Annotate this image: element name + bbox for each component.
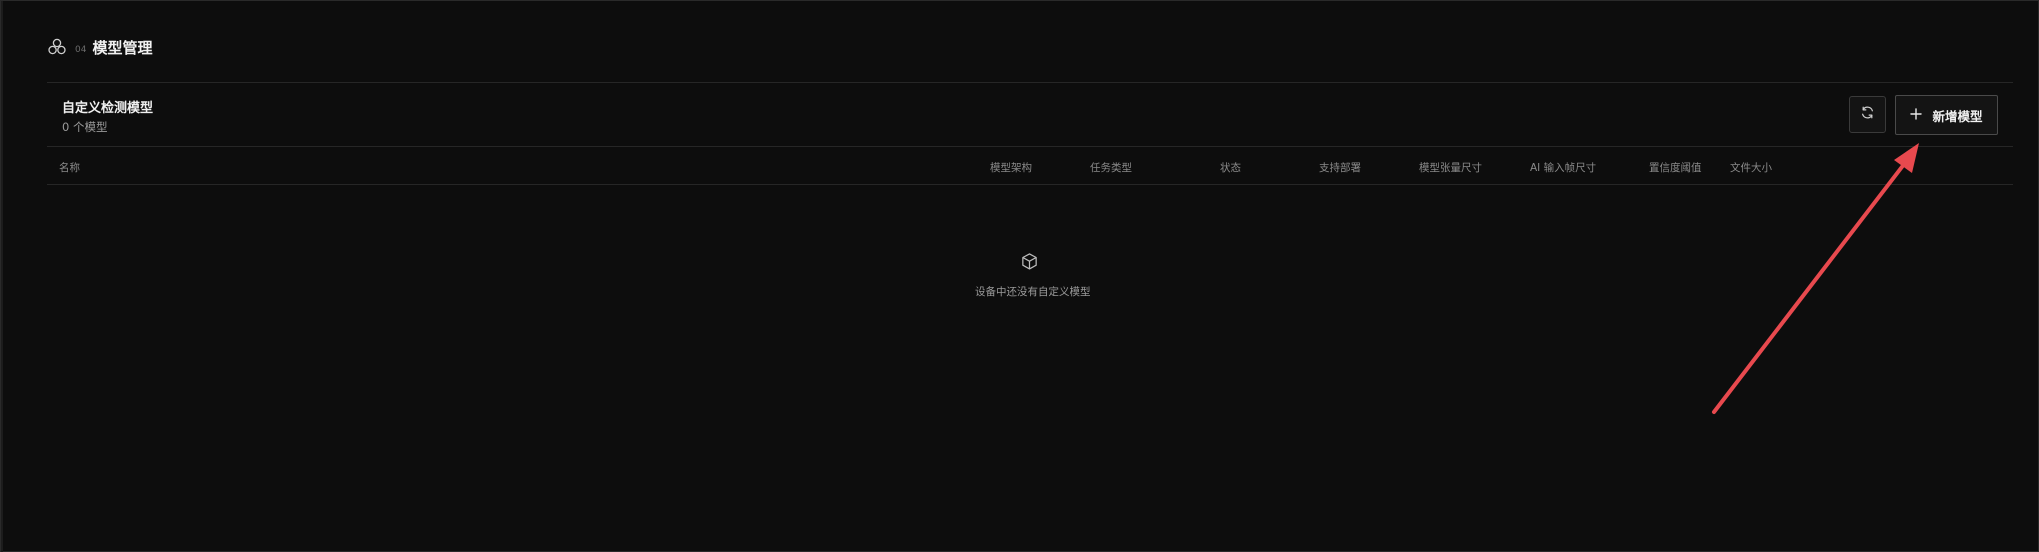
column-header-status[interactable]: 状态 xyxy=(1220,160,1241,175)
model-management-page: 04 模型管理 自定义检测模型 0 个模型 新增模型 名称 模型架构 任务类型 … xyxy=(0,0,2039,552)
column-header-deployment[interactable]: 支持部署 xyxy=(1319,160,1361,175)
column-header-input-frame[interactable]: AI 输入帧尺寸 xyxy=(1530,160,1596,175)
plus-icon xyxy=(1910,107,1923,123)
divider xyxy=(47,146,2013,147)
column-header-architecture[interactable]: 模型架构 xyxy=(990,160,1032,175)
box-icon xyxy=(1020,252,1039,271)
refresh-icon xyxy=(1860,105,1875,124)
section-number: 04 xyxy=(75,45,87,55)
column-header-tensor-size[interactable]: 模型张量尺寸 xyxy=(1419,160,1482,175)
window-left-edge xyxy=(1,1,3,552)
column-header-task-type[interactable]: 任务类型 xyxy=(1090,160,1132,175)
table-header-divider xyxy=(47,184,2013,185)
add-model-label: 新增模型 xyxy=(1932,108,1983,124)
empty-state-message: 设备中还没有自定义模型 xyxy=(975,286,1091,298)
divider xyxy=(47,82,2013,83)
add-model-button[interactable]: 新增模型 xyxy=(1895,95,1998,135)
section-header: 04 模型管理 xyxy=(47,35,152,59)
refresh-button[interactable] xyxy=(1849,96,1886,133)
panel-title: 自定义检测模型 xyxy=(62,101,154,116)
column-header-file-size[interactable]: 文件大小 xyxy=(1730,160,1772,175)
models-cluster-icon xyxy=(47,37,67,57)
column-header-name[interactable]: 名称 xyxy=(59,160,80,175)
model-count: 0 个模型 xyxy=(62,120,108,134)
column-header-confidence[interactable]: 置信度阈值 xyxy=(1649,160,1702,175)
page-title: 模型管理 xyxy=(92,38,153,57)
annotation-arrow xyxy=(1712,143,1919,414)
